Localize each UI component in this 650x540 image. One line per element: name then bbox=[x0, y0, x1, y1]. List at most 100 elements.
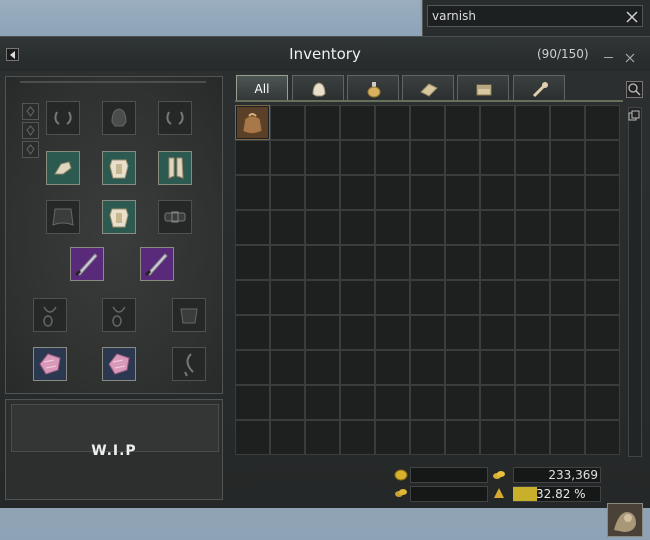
equip-slot-off-weapon[interactable] bbox=[140, 247, 174, 281]
equip-slot-head[interactable] bbox=[102, 101, 136, 135]
inventory-slot[interactable] bbox=[305, 105, 340, 140]
inventory-slot[interactable] bbox=[550, 210, 585, 245]
inventory-slot[interactable] bbox=[305, 175, 340, 210]
equip-slot-head-left[interactable] bbox=[46, 101, 80, 135]
equip-slot-necklace-1[interactable] bbox=[33, 298, 67, 332]
inventory-slot[interactable] bbox=[340, 280, 375, 315]
inventory-slot[interactable] bbox=[305, 315, 340, 350]
inventory-slot[interactable] bbox=[550, 315, 585, 350]
inventory-slot[interactable] bbox=[515, 350, 550, 385]
inventory-slot[interactable] bbox=[375, 105, 410, 140]
inventory-slot[interactable] bbox=[445, 350, 480, 385]
inventory-slot[interactable] bbox=[235, 140, 270, 175]
inventory-slot[interactable] bbox=[235, 420, 270, 455]
inventory-slot[interactable] bbox=[340, 105, 375, 140]
inventory-slot[interactable] bbox=[515, 105, 550, 140]
equip-slot-cape[interactable] bbox=[46, 200, 80, 234]
inventory-slot[interactable] bbox=[270, 210, 305, 245]
inventory-slot[interactable] bbox=[585, 105, 620, 140]
inventory-slot[interactable] bbox=[340, 245, 375, 280]
inventory-slot[interactable] bbox=[305, 280, 340, 315]
minimize-icon[interactable] bbox=[604, 48, 614, 60]
inventory-slot[interactable] bbox=[375, 210, 410, 245]
inventory-slot[interactable] bbox=[445, 245, 480, 280]
inventory-slot[interactable] bbox=[375, 385, 410, 420]
inventory-slot[interactable] bbox=[585, 280, 620, 315]
equip-slot-boots[interactable] bbox=[158, 151, 192, 185]
inventory-slot[interactable] bbox=[445, 385, 480, 420]
inventory-slot[interactable] bbox=[515, 315, 550, 350]
inventory-slot[interactable] bbox=[550, 140, 585, 175]
inventory-slot[interactable] bbox=[585, 350, 620, 385]
inventory-slot[interactable] bbox=[550, 280, 585, 315]
tab-misc-item[interactable] bbox=[513, 75, 565, 101]
inventory-slot[interactable] bbox=[410, 315, 445, 350]
inventory-slot[interactable] bbox=[270, 350, 305, 385]
inventory-slot[interactable] bbox=[410, 210, 445, 245]
inventory-slot[interactable] bbox=[550, 175, 585, 210]
inventory-slot[interactable] bbox=[305, 420, 340, 455]
inventory-slot[interactable] bbox=[375, 350, 410, 385]
inventory-slot[interactable] bbox=[305, 210, 340, 245]
inventory-slot[interactable] bbox=[375, 280, 410, 315]
inventory-slot[interactable] bbox=[585, 245, 620, 280]
inventory-slot[interactable] bbox=[235, 175, 270, 210]
sort-copy-icon[interactable] bbox=[628, 107, 640, 121]
inventory-slot[interactable] bbox=[550, 385, 585, 420]
pet-portrait-icon[interactable] bbox=[607, 503, 643, 537]
inventory-slot[interactable] bbox=[480, 210, 515, 245]
inventory-slot[interactable] bbox=[550, 420, 585, 455]
inventory-slot[interactable] bbox=[515, 210, 550, 245]
inventory-slot[interactable] bbox=[270, 280, 305, 315]
tab-chest-box[interactable] bbox=[457, 75, 509, 101]
search-bag-icon[interactable] bbox=[626, 81, 643, 98]
inventory-slot[interactable] bbox=[340, 175, 375, 210]
inventory-slot[interactable] bbox=[270, 245, 305, 280]
tab-potion[interactable] bbox=[347, 75, 399, 101]
equip-slot-ring-2[interactable] bbox=[102, 347, 136, 381]
inventory-slot[interactable] bbox=[585, 140, 620, 175]
inventory-slot[interactable] bbox=[340, 385, 375, 420]
equip-slot-shoulder[interactable] bbox=[172, 298, 206, 332]
inventory-slot[interactable] bbox=[270, 175, 305, 210]
inventory-slot[interactable] bbox=[445, 420, 480, 455]
inventory-slot[interactable] bbox=[410, 105, 445, 140]
inventory-slot[interactable] bbox=[515, 385, 550, 420]
clear-search-icon[interactable] bbox=[625, 9, 639, 23]
inventory-slot[interactable] bbox=[375, 140, 410, 175]
inventory-slot[interactable] bbox=[410, 420, 445, 455]
inventory-slot[interactable] bbox=[270, 315, 305, 350]
inventory-slot[interactable] bbox=[410, 140, 445, 175]
inventory-slot[interactable] bbox=[550, 105, 585, 140]
inventory-slot[interactable] bbox=[445, 315, 480, 350]
inventory-slot[interactable] bbox=[515, 140, 550, 175]
inventory-slot[interactable] bbox=[410, 385, 445, 420]
equip-slot-chest[interactable] bbox=[102, 151, 136, 185]
inventory-slot[interactable] bbox=[340, 350, 375, 385]
inventory-slot[interactable] bbox=[480, 280, 515, 315]
inventory-slot[interactable] bbox=[445, 140, 480, 175]
inventory-slot[interactable] bbox=[480, 140, 515, 175]
inventory-slot[interactable] bbox=[235, 210, 270, 245]
inventory-slot[interactable] bbox=[340, 315, 375, 350]
inventory-slot[interactable] bbox=[445, 105, 480, 140]
mini-slot-3[interactable] bbox=[22, 141, 39, 158]
inventory-slot[interactable] bbox=[305, 350, 340, 385]
inventory-slot[interactable] bbox=[480, 420, 515, 455]
equip-slot-earring[interactable] bbox=[172, 347, 206, 381]
tab-all[interactable]: All bbox=[236, 75, 288, 101]
inventory-slot[interactable] bbox=[270, 140, 305, 175]
inventory-slot[interactable] bbox=[270, 420, 305, 455]
inventory-slot[interactable] bbox=[480, 315, 515, 350]
inventory-slot[interactable] bbox=[340, 140, 375, 175]
inventory-slot[interactable] bbox=[270, 385, 305, 420]
inventory-slot[interactable] bbox=[340, 210, 375, 245]
inventory-slot[interactable] bbox=[235, 105, 270, 140]
inventory-slot[interactable] bbox=[375, 315, 410, 350]
inventory-slot[interactable] bbox=[445, 280, 480, 315]
inventory-slot[interactable] bbox=[235, 245, 270, 280]
inventory-slot[interactable] bbox=[515, 420, 550, 455]
inventory-slot[interactable] bbox=[410, 175, 445, 210]
inventory-slot[interactable] bbox=[445, 210, 480, 245]
inventory-slot[interactable] bbox=[480, 385, 515, 420]
